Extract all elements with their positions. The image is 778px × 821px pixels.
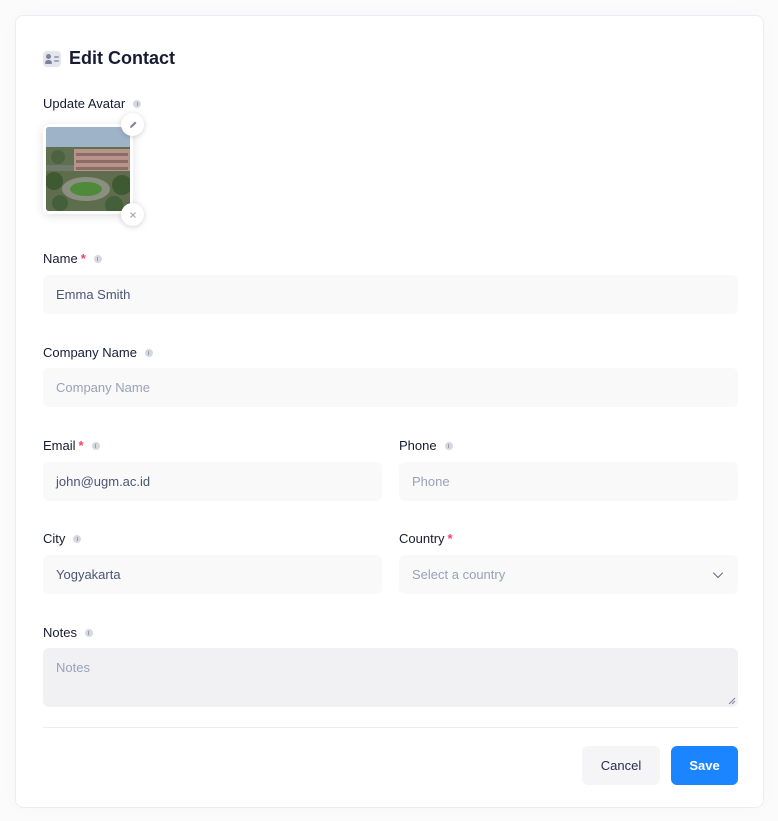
info-icon	[133, 99, 142, 108]
pencil-icon	[129, 121, 136, 128]
close-icon	[129, 211, 136, 218]
avatar	[43, 124, 133, 214]
info-icon	[93, 254, 102, 263]
avatar-label-text: Update Avatar	[43, 96, 126, 111]
info-icon	[91, 441, 100, 450]
info-icon	[444, 441, 453, 450]
country-placeholder: Select a country	[412, 567, 506, 582]
country-label-text: Country	[399, 531, 445, 546]
phone-label: Phone	[399, 438, 453, 453]
save-label: Save	[689, 758, 720, 773]
card-header: Edit Contact	[43, 48, 175, 69]
required-marker: *	[80, 251, 86, 266]
page-title: Edit Contact	[69, 48, 175, 68]
edit-avatar-button[interactable]	[121, 113, 144, 136]
notes-placeholder: Notes	[56, 660, 90, 675]
chevron-down-icon	[712, 567, 724, 579]
email-label-text: Email	[43, 438, 76, 453]
info-icon	[144, 348, 153, 357]
notes-textarea[interactable]: Notes	[43, 648, 738, 707]
cancel-label: Cancel	[600, 758, 642, 773]
required-marker: *	[78, 438, 84, 453]
company-input[interactable]: Company Name	[43, 368, 738, 407]
name-label: Name *	[43, 251, 102, 266]
name-input[interactable]: Emma Smith	[43, 275, 738, 314]
notes-label-text: Notes	[43, 625, 77, 640]
city-label-text: City	[43, 531, 66, 546]
required-marker: *	[447, 531, 453, 546]
cancel-button[interactable]: Cancel	[582, 746, 660, 785]
edit-contact-card: Edit Contact Update Avatar Name * Emma S…	[15, 15, 764, 808]
email-value: john@ugm.ac.id	[56, 474, 151, 489]
country-select[interactable]: Select a country	[399, 555, 738, 594]
phone-placeholder: Phone	[412, 474, 450, 489]
email-input[interactable]: john@ugm.ac.id	[43, 462, 382, 501]
name-label-text: Name	[43, 251, 78, 266]
remove-avatar-button[interactable]	[121, 203, 144, 226]
notes-label: Notes	[43, 625, 93, 640]
contact-card-icon	[43, 50, 61, 67]
email-label: Email *	[43, 438, 100, 453]
city-label: City	[43, 531, 82, 546]
city-value: Yogyakarta	[56, 567, 121, 582]
avatar-image	[46, 127, 130, 211]
name-value: Emma Smith	[56, 287, 131, 302]
company-label-text: Company Name	[43, 345, 137, 360]
company-label: Company Name	[43, 345, 153, 360]
avatar-label: Update Avatar	[43, 96, 142, 111]
country-label: Country *	[399, 531, 453, 546]
divider	[43, 727, 738, 728]
info-icon	[73, 534, 82, 543]
city-input[interactable]: Yogyakarta	[43, 555, 382, 594]
info-icon	[84, 628, 93, 637]
phone-label-text: Phone	[399, 438, 437, 453]
save-button[interactable]: Save	[671, 746, 738, 785]
resize-grip-icon[interactable]	[728, 697, 736, 705]
company-placeholder: Company Name	[56, 380, 150, 395]
phone-input[interactable]: Phone	[399, 462, 738, 501]
